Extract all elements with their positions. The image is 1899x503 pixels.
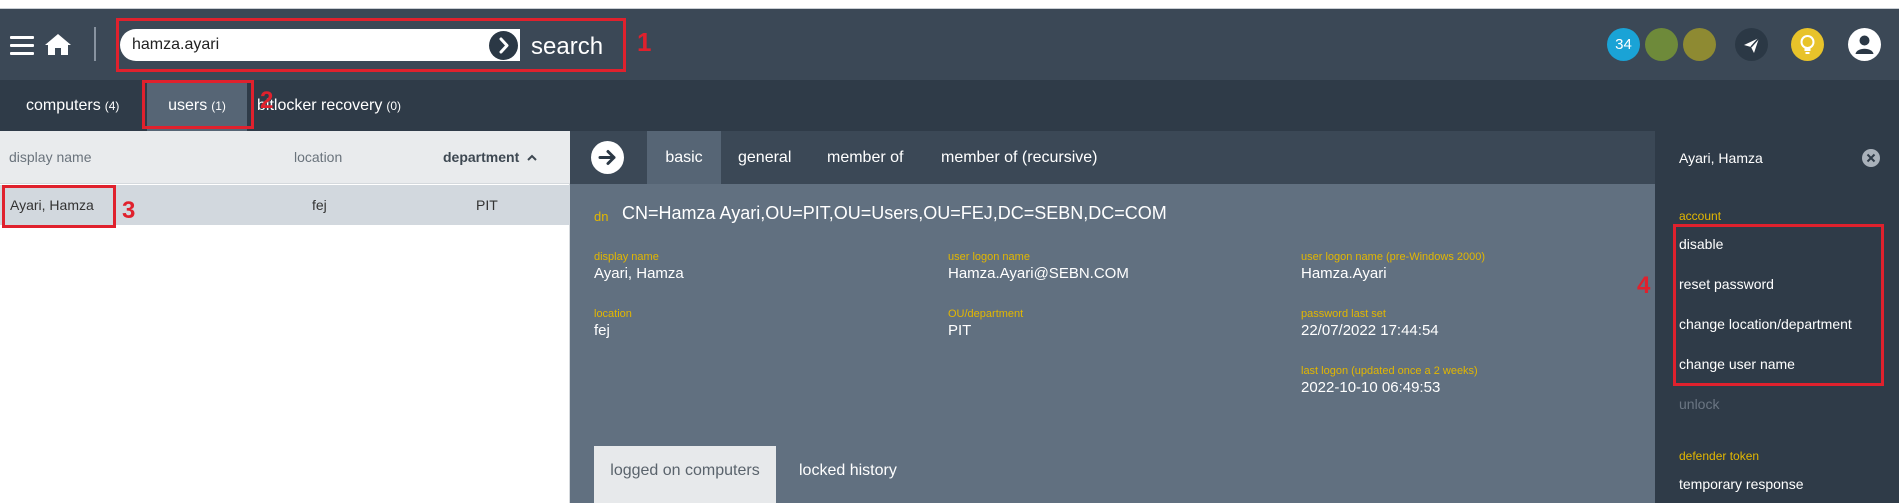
- location-label: location: [594, 308, 632, 320]
- annotation-number-4: 4: [1637, 272, 1651, 299]
- annotation-number-3: 3: [122, 197, 136, 224]
- home-icon[interactable]: [44, 32, 72, 58]
- location-value: fej: [594, 322, 610, 339]
- annotation-box-1: [116, 18, 626, 72]
- list-header: display name location department: [0, 131, 570, 184]
- password-last-set-label: password last set: [1301, 308, 1386, 320]
- column-department-label: department: [443, 149, 520, 165]
- last-logon-value: 2022-10-10 06:49:53: [1301, 379, 1441, 396]
- user-icon[interactable]: [1848, 28, 1881, 61]
- menu-icon[interactable]: [10, 36, 34, 55]
- lightbulb-icon[interactable]: [1791, 28, 1824, 61]
- user-logon-name-pre2000-value: Hamza.Ayari: [1301, 265, 1387, 282]
- account-section-label: account: [1679, 209, 1722, 223]
- user-logon-name-value: Hamza.Ayari@SEBN.COM: [948, 265, 1129, 282]
- column-display-name[interactable]: display name: [9, 149, 92, 165]
- column-department[interactable]: department: [443, 149, 538, 165]
- tab-computers-label: computers: [26, 97, 101, 114]
- display-name-label: display name: [594, 251, 659, 263]
- tab-bitlocker-label: bitlocker recovery: [257, 97, 383, 114]
- annotation-box-2: [142, 80, 254, 129]
- status-dot-olive[interactable]: [1683, 28, 1716, 61]
- tab-member-of[interactable]: member of: [827, 131, 903, 184]
- tab-member-of-recursive[interactable]: member of (recursive): [941, 131, 1097, 184]
- column-location[interactable]: location: [294, 149, 342, 165]
- tab-computers[interactable]: computers (4): [26, 80, 119, 131]
- dn-value: CN=Hamza Ayari,OU=PIT,OU=Users,OU=FEJ,DC…: [622, 203, 1167, 223]
- defender-token-section-label: defender token: [1679, 449, 1760, 463]
- paper-plane-icon[interactable]: [1735, 28, 1768, 61]
- tab-logged-on-computers[interactable]: logged on computers: [594, 446, 776, 503]
- tab-bitlocker-count: (0): [386, 99, 402, 113]
- annotation-number-2: 2: [260, 87, 274, 114]
- tab-bitlocker-recovery[interactable]: bitlocker recovery (0): [257, 80, 401, 131]
- cell-department: PIT: [476, 197, 498, 213]
- dn-label: dn: [594, 209, 609, 224]
- sort-ascending-icon: [527, 154, 537, 162]
- unlock-action: unlock: [1679, 396, 1720, 412]
- display-name-value: Ayari, Hamza: [594, 265, 684, 282]
- toolbar-divider: [94, 27, 96, 61]
- annotation-box-3: [2, 185, 116, 228]
- tab-general[interactable]: general: [738, 131, 791, 184]
- tab-computers-count: (4): [104, 99, 120, 113]
- tab-basic[interactable]: basic: [647, 131, 721, 184]
- app-window: search 1 34 computers(4) users(1) bitloc…: [0, 0, 1899, 503]
- annotation-number-1: 1: [637, 27, 652, 57]
- ou-department-label: OU/department: [948, 308, 1024, 320]
- close-icon[interactable]: [1862, 149, 1880, 167]
- detail-tab-bar: [570, 131, 1655, 184]
- user-logon-name-label: user logon name: [948, 251, 1030, 263]
- notification-count-badge[interactable]: 34: [1607, 28, 1640, 61]
- last-logon-label: last logon (updated once a 2 weeks): [1301, 365, 1478, 377]
- tab-locked-history[interactable]: locked history: [799, 446, 897, 503]
- browser-edge: [0, 0, 1899, 9]
- password-last-set-value: 22/07/2022 17:44:54: [1301, 322, 1439, 339]
- cell-location: fej: [312, 197, 327, 213]
- annotation-box-4: [1673, 224, 1884, 386]
- ou-department-value: PIT: [948, 322, 972, 339]
- user-logon-name-pre2000-label: user logon name (pre-Windows 2000): [1301, 251, 1486, 263]
- arrow-right-icon[interactable]: [591, 141, 624, 174]
- status-dot-green[interactable]: [1645, 28, 1678, 61]
- temporary-response-action[interactable]: temporary response: [1679, 476, 1804, 492]
- selected-user-title: Ayari, Hamza: [1679, 150, 1763, 166]
